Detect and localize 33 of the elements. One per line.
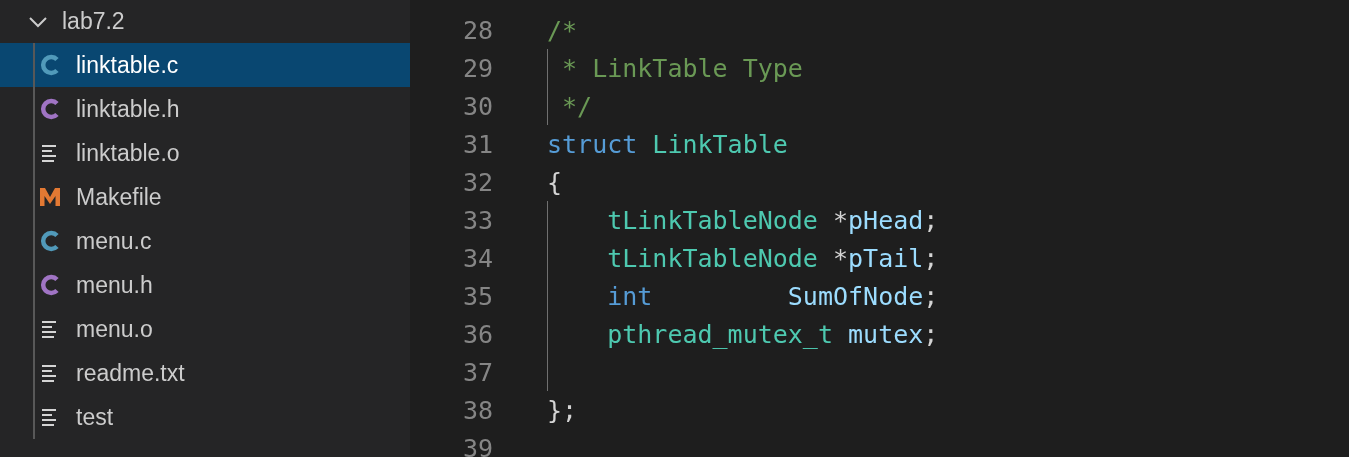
code-line: /* xyxy=(547,15,578,45)
line-number: 39 xyxy=(461,433,493,457)
code-line: pthread_mutex_t mutex; xyxy=(606,319,939,349)
line-number: 34 xyxy=(461,243,493,273)
line-number: 31 xyxy=(461,129,493,159)
file-item[interactable]: readme.txt xyxy=(0,351,410,395)
code-line: tLinkTableNode *pHead; xyxy=(606,205,939,235)
line-number: 28 xyxy=(461,15,493,45)
m-letter-icon xyxy=(38,185,62,209)
file-item[interactable]: menu.o xyxy=(0,307,410,351)
file-item[interactable]: Makefile xyxy=(0,175,410,219)
code-line: { xyxy=(547,167,563,197)
code-line: */ xyxy=(561,91,593,121)
folder-name[interactable]: lab7.2 xyxy=(62,8,125,35)
file-item[interactable]: menu.h xyxy=(0,263,410,307)
line-number: 29 xyxy=(461,53,493,83)
line-number: 37 xyxy=(461,357,493,387)
line-number: 35 xyxy=(461,281,493,311)
line-number: 30 xyxy=(461,91,493,121)
file-item[interactable]: test xyxy=(0,395,410,439)
file-item[interactable]: menu.c xyxy=(0,219,410,263)
code-line: * LinkTable Type xyxy=(561,53,803,83)
code-line: }; xyxy=(547,395,578,425)
line-number: 38 xyxy=(461,395,493,425)
line-number: 36 xyxy=(461,319,493,349)
code-line: int SumOfNode; xyxy=(606,281,939,311)
line-number: 33 xyxy=(461,205,493,235)
file-item[interactable]: linktable.h xyxy=(0,87,410,131)
file-item[interactable]: linktable.c xyxy=(0,43,410,87)
code-line: tLinkTableNode *pTail; xyxy=(606,243,939,273)
file-item[interactable]: linktable.o xyxy=(0,131,410,175)
line-number: 32 xyxy=(461,167,493,197)
code-line: struct LinkTable xyxy=(547,129,788,159)
